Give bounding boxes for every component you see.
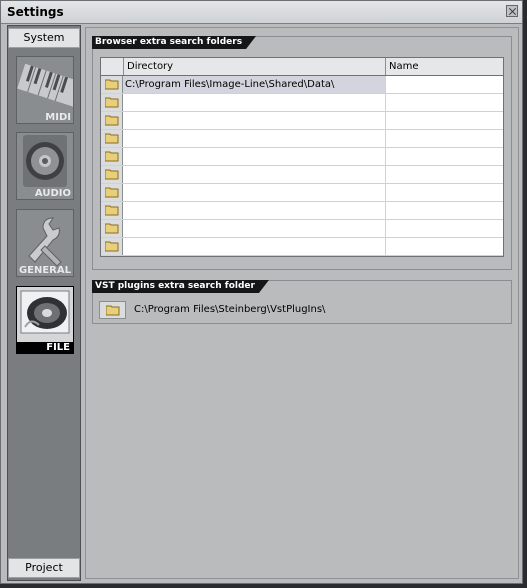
table-row[interactable]: C:\Program Files\Image-Line\Shared\Data\ [101,76,503,94]
folder-icon [105,187,119,198]
folder-icon [105,151,119,162]
directory-cell[interactable] [123,166,385,183]
name-cell[interactable] [385,220,503,237]
folder-icon [105,97,119,108]
column-header-name[interactable]: Name [385,58,503,75]
settings-content: Browser extra search folders Directory N… [85,27,519,579]
folder-icon [105,79,119,90]
vst-folder-group: VST plugins extra search folder C:\Progr… [92,280,512,324]
folder-icon [105,223,119,234]
name-cell[interactable] [385,238,503,255]
table-rows: C:\Program Files\Image-Line\Shared\Data\ [101,76,503,256]
group-title: Browser extra search folders [92,36,256,49]
name-cell[interactable] [385,202,503,219]
category-label: AUDIO [34,188,71,199]
folder-icon [105,133,119,144]
close-icon[interactable] [506,5,518,17]
group-title: VST plugins extra search folder [92,280,269,293]
category-label: FILE [17,342,73,353]
folder-icon [106,305,120,316]
name-cell[interactable] [385,112,503,129]
directory-cell[interactable] [123,148,385,165]
window-title: Settings [7,5,64,19]
browse-folder-button[interactable] [101,94,123,111]
name-cell[interactable] [385,130,503,147]
title-bar[interactable]: Settings [1,1,522,24]
directory-cell[interactable] [123,238,385,255]
table-row[interactable] [101,148,503,166]
browse-folder-button[interactable] [101,184,123,201]
vst-folder-path[interactable]: C:\Program Files\Steinberg\VstPlugIns\ [134,301,325,319]
folder-icon [105,205,119,216]
directory-cell[interactable] [123,220,385,237]
column-header-directory[interactable]: Directory [123,58,385,75]
category-label: MIDI [45,112,71,123]
browse-vst-folder-button[interactable] [99,301,126,319]
name-cell[interactable] [385,148,503,165]
browse-folder-button[interactable] [101,220,123,237]
name-cell[interactable] [385,166,503,183]
folder-icon [105,169,119,180]
folders-table: Directory Name C:\Program Files\Image-Li… [100,57,504,257]
table-header: Directory Name [101,58,503,76]
category-midi[interactable]: MIDI [16,56,74,124]
table-row[interactable] [101,238,503,256]
category-file[interactable]: FILE [16,286,74,354]
browser-folders-group: Browser extra search folders Directory N… [92,36,512,270]
directory-cell[interactable] [123,130,385,147]
browse-folder-button[interactable] [101,76,123,93]
category-general[interactable]: GENERAL [16,209,74,277]
category-audio[interactable]: AUDIO [16,132,74,200]
browse-folder-button[interactable] [101,166,123,183]
directory-cell[interactable] [123,112,385,129]
folder-icon [105,241,119,252]
settings-window: Settings System MIDI AUDIO GENERAL FILE … [0,0,523,584]
category-label: GENERAL [18,265,71,276]
settings-sidebar: System MIDI AUDIO GENERAL FILE Project [7,25,81,581]
table-row[interactable] [101,130,503,148]
name-cell[interactable] [385,184,503,201]
directory-cell[interactable] [123,184,385,201]
browse-folder-button[interactable] [101,130,123,147]
table-row[interactable] [101,94,503,112]
name-cell[interactable] [385,76,503,93]
browse-folder-button[interactable] [101,238,123,255]
table-row[interactable] [101,220,503,238]
browse-folder-button[interactable] [101,112,123,129]
directory-cell[interactable]: C:\Program Files\Image-Line\Shared\Data\ [123,76,385,93]
table-row[interactable] [101,184,503,202]
tab-system[interactable]: System [8,28,80,48]
table-row[interactable] [101,166,503,184]
browse-folder-button[interactable] [101,202,123,219]
tab-project[interactable]: Project [8,558,80,578]
folder-icon [105,115,119,126]
table-row[interactable] [101,202,503,220]
directory-cell[interactable] [123,202,385,219]
browse-folder-button[interactable] [101,148,123,165]
table-row[interactable] [101,112,503,130]
directory-cell[interactable] [123,94,385,111]
name-cell[interactable] [385,94,503,111]
